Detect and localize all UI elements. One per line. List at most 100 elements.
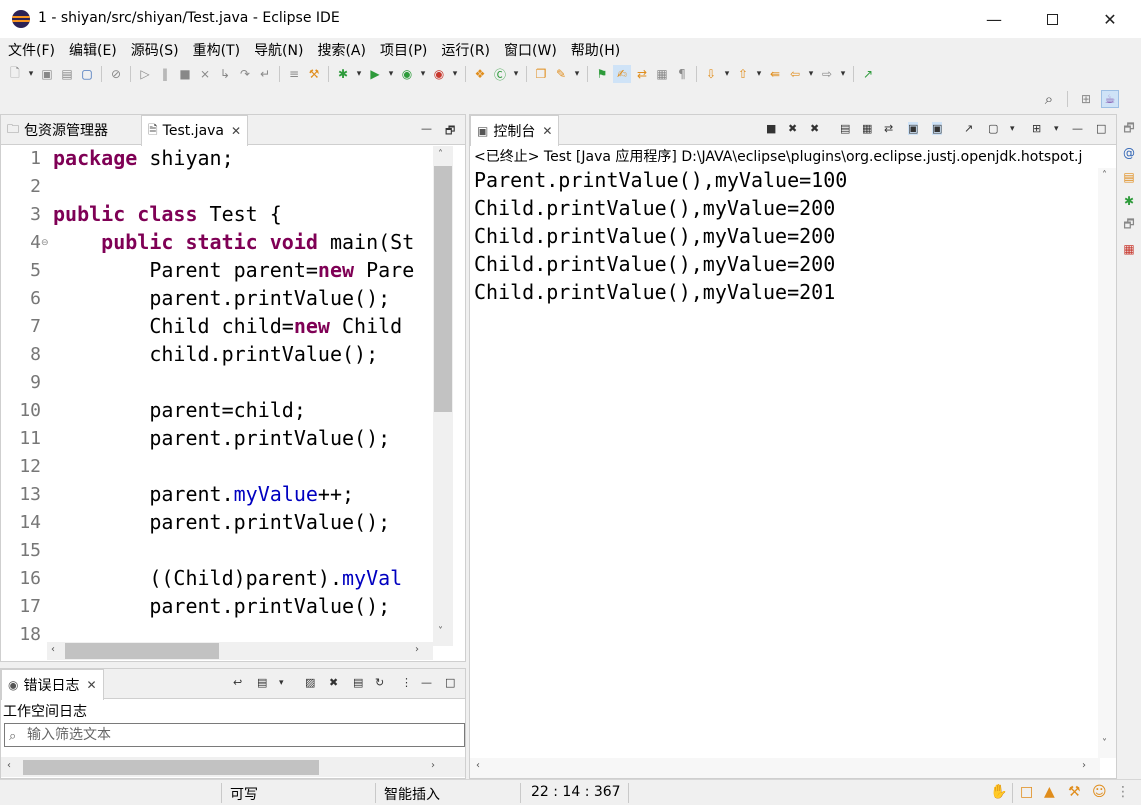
code-line[interactable]: public class Test { [53, 202, 282, 226]
remove-launch-icon[interactable]: ✖ [788, 122, 797, 135]
close-tab-icon[interactable]: ✕ [231, 124, 241, 138]
code-line[interactable]: parent=child; [53, 398, 306, 422]
block-selection-icon[interactable]: ▦ [653, 65, 671, 83]
open-type-icon[interactable]: ❐ [532, 65, 550, 83]
code-line[interactable]: parent.printValue(); [53, 426, 390, 450]
scroll-thumb[interactable] [65, 643, 219, 659]
resume-icon[interactable]: ▷ [136, 65, 154, 83]
save-icon[interactable]: ▣ [38, 65, 56, 83]
debug-dropdown-icon[interactable]: ▾ [354, 65, 364, 83]
scroll-thumb[interactable] [23, 760, 319, 775]
show-on-output-icon[interactable]: ▣ [908, 122, 919, 135]
code-line[interactable]: ((Child)parent).myVal [53, 566, 402, 590]
word-wrap-icon[interactable]: ⇄ [633, 65, 651, 83]
search-tool-icon[interactable]: ✎ [552, 65, 570, 83]
open-log-icon[interactable]: ▤ [353, 676, 363, 689]
fold-toggle-icon[interactable]: ⊖ [41, 238, 49, 248]
debug-icon[interactable]: ✱ [334, 65, 352, 83]
menu-navigate[interactable]: 导航(N) [254, 40, 303, 60]
scroll-left-icon[interactable]: ‹ [51, 644, 55, 655]
next-annotation-icon[interactable]: ⇩ [702, 65, 720, 83]
display-console-dropdown-icon[interactable]: ▾ [1010, 124, 1015, 134]
search-dropdown-icon[interactable]: ▾ [572, 65, 582, 83]
debug-view-icon[interactable]: ✱ [1120, 192, 1138, 210]
code-line[interactable]: parent.printValue(); [53, 286, 390, 310]
scroll-right-icon[interactable]: › [415, 644, 419, 655]
show-on-error-icon[interactable]: ▣ [932, 122, 943, 135]
skip-breakpoints-icon[interactable]: ⊘ [107, 65, 125, 83]
open-console-dropdown-icon[interactable]: ▾ [1054, 124, 1059, 134]
show-whitespace-icon[interactable]: ¶ [673, 65, 691, 83]
scroll-left-icon[interactable]: ‹ [7, 760, 11, 771]
scroll-down-icon[interactable]: ˅ [1102, 738, 1107, 749]
code-line[interactable]: Child child=new Child [53, 314, 402, 338]
save-all-icon[interactable]: ▤ [58, 65, 76, 83]
forward-icon[interactable]: ⇨ [818, 65, 836, 83]
menu-source[interactable]: 源码(S) [131, 40, 179, 60]
declaration-icon[interactable]: ▤ [1120, 168, 1138, 186]
new-java-package-icon[interactable]: ❖ [471, 65, 489, 83]
mark-occurrences-icon[interactable]: ⚒ [305, 65, 323, 83]
status-menu-icon[interactable]: ⋮ [1116, 784, 1130, 800]
menu-run[interactable]: 运行(R) [441, 40, 490, 60]
restore-lower-icon[interactable]: 🗗 [1120, 216, 1138, 234]
next-annotation-dropdown-icon[interactable]: ▾ [722, 65, 732, 83]
restore-icon[interactable]: 🗗 [1120, 120, 1138, 138]
error-log-horizontal-scrollbar[interactable]: ‹ › [1, 757, 465, 777]
export-log-icon[interactable]: ↩ [233, 676, 242, 689]
back-dropdown-icon[interactable]: ▾ [806, 65, 816, 83]
previous-annotation-dropdown-icon[interactable]: ▾ [754, 65, 764, 83]
search-icon[interactable]: ⌕ [1040, 90, 1058, 108]
open-console-icon[interactable]: ⊞ [1032, 122, 1041, 135]
pin-editor-icon[interactable]: ↗ [859, 65, 877, 83]
back-icon[interactable]: ⇦ [786, 65, 804, 83]
minimize-button[interactable]: — [965, 0, 1023, 38]
run-icon[interactable]: ▶ [366, 65, 384, 83]
new-dropdown-icon[interactable]: ▾ [26, 65, 36, 83]
new-java-class-icon[interactable]: Ⓒ [491, 65, 509, 83]
open-perspective-icon[interactable]: ⊞ [1077, 90, 1095, 108]
menu-file[interactable]: 文件(F) [8, 40, 55, 60]
tab-test-java[interactable]: 🗎 Test.java ✕ [141, 115, 249, 146]
menu-window[interactable]: 窗口(W) [504, 40, 557, 60]
word-wrap-console-icon[interactable]: ⇄ [884, 122, 893, 135]
whats-new-icon[interactable]: ☺ [1092, 784, 1107, 800]
scroll-down-icon[interactable]: ˅ [438, 626, 443, 637]
java-perspective-icon[interactable]: ☕ [1101, 90, 1119, 108]
remove-all-launches-icon[interactable]: ✖ [810, 122, 819, 135]
suspend-icon[interactable]: ‖ [156, 65, 174, 83]
code-line[interactable]: parent.printValue(); [53, 594, 390, 618]
terminate-icon[interactable]: ■ [176, 65, 194, 83]
editor-horizontal-scrollbar[interactable]: ‹ › [47, 642, 433, 660]
import-log-icon[interactable]: ▤ [257, 676, 267, 689]
scroll-right-icon[interactable]: › [431, 760, 435, 771]
toggle-block-icon[interactable]: ≡ [285, 65, 303, 83]
minimize-panel-icon[interactable]: — [1072, 122, 1083, 135]
javadoc-icon[interactable]: @ [1120, 144, 1138, 162]
menu-refactor[interactable]: 重构(T) [193, 40, 240, 60]
terminate-console-icon[interactable]: ■ [766, 122, 776, 135]
maximize-panel-icon[interactable]: □ [445, 676, 455, 689]
external-tools-icon[interactable]: ◉ [430, 65, 448, 83]
error-log-trim-icon[interactable]: ▦ [1120, 240, 1138, 258]
restore-log-icon[interactable]: ↻ [375, 676, 384, 689]
code-line[interactable]: parent.printValue(); [53, 510, 390, 534]
menu-help[interactable]: 帮助(H) [571, 40, 620, 60]
forward-dropdown-icon[interactable]: ▾ [838, 65, 848, 83]
code-line[interactable]: child.printValue(); [53, 342, 378, 366]
clear-console-icon[interactable]: ▤ [840, 122, 850, 135]
annotation-icon[interactable]: ⚑ [593, 65, 611, 83]
scroll-up-icon[interactable]: ˄ [1102, 170, 1107, 181]
disconnect-icon[interactable]: ⨯ [196, 65, 214, 83]
tab-error-log[interactable]: ◉ 错误日志 ✕ [1, 669, 104, 700]
tutorial-icon[interactable]: ▲ [1044, 784, 1055, 800]
menu-project[interactable]: 项目(P) [380, 40, 427, 60]
code-line[interactable]: package shiyan; [53, 146, 234, 170]
code-line[interactable]: parent.myValue++; [53, 482, 354, 506]
tip-icon[interactable]: ✋ [990, 784, 1007, 800]
editor-vertical-scrollbar[interactable]: ˄ ˅ [433, 146, 453, 646]
view-menu-icon[interactable]: ⋮ [401, 676, 412, 689]
close-tab-icon[interactable]: ✕ [542, 124, 552, 138]
console-output[interactable]: Parent.printValue(),myValue=100 Child.pri… [470, 168, 1100, 758]
code-line[interactable]: public static void main(St [53, 230, 414, 254]
